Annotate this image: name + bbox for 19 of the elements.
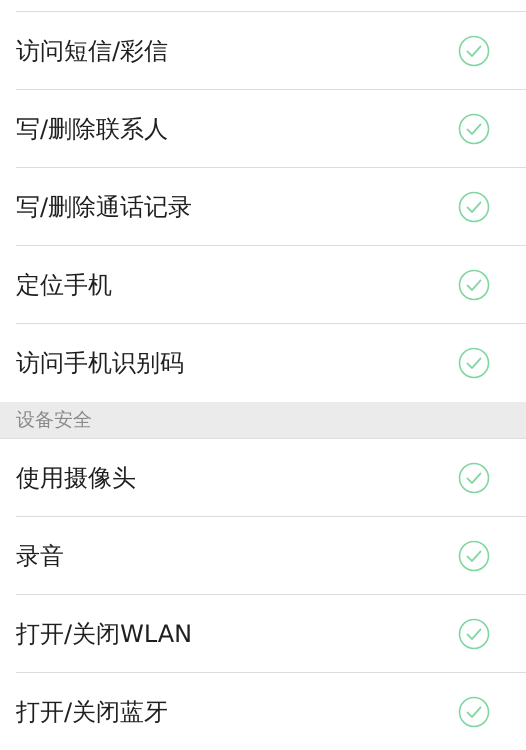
check-icon[interactable] xyxy=(458,618,490,650)
permission-label: 定位手机 xyxy=(16,270,112,300)
check-icon[interactable] xyxy=(458,462,490,494)
check-icon[interactable] xyxy=(458,696,490,728)
check-icon[interactable] xyxy=(458,268,490,300)
check-icon[interactable] xyxy=(458,190,490,222)
section-header: 设备安全 xyxy=(0,402,526,439)
permission-label: 写/删除通话记录 xyxy=(16,192,192,222)
permission-label: 访问短信/彩信 xyxy=(16,36,168,66)
check-icon[interactable] xyxy=(458,112,490,144)
permission-label: 访问手机识别码 xyxy=(16,348,184,379)
permission-label: 使用摄像头 xyxy=(16,462,136,494)
permission-label: 打开/关闭WLAN xyxy=(16,618,192,650)
permission-label: 写/删除联系人 xyxy=(16,114,168,144)
permission-label: 打开/关闭蓝牙 xyxy=(16,697,168,728)
permission-label: 录音 xyxy=(16,540,64,572)
check-icon[interactable] xyxy=(458,540,490,572)
check-icon[interactable] xyxy=(458,347,490,379)
check-icon[interactable] xyxy=(458,34,490,66)
